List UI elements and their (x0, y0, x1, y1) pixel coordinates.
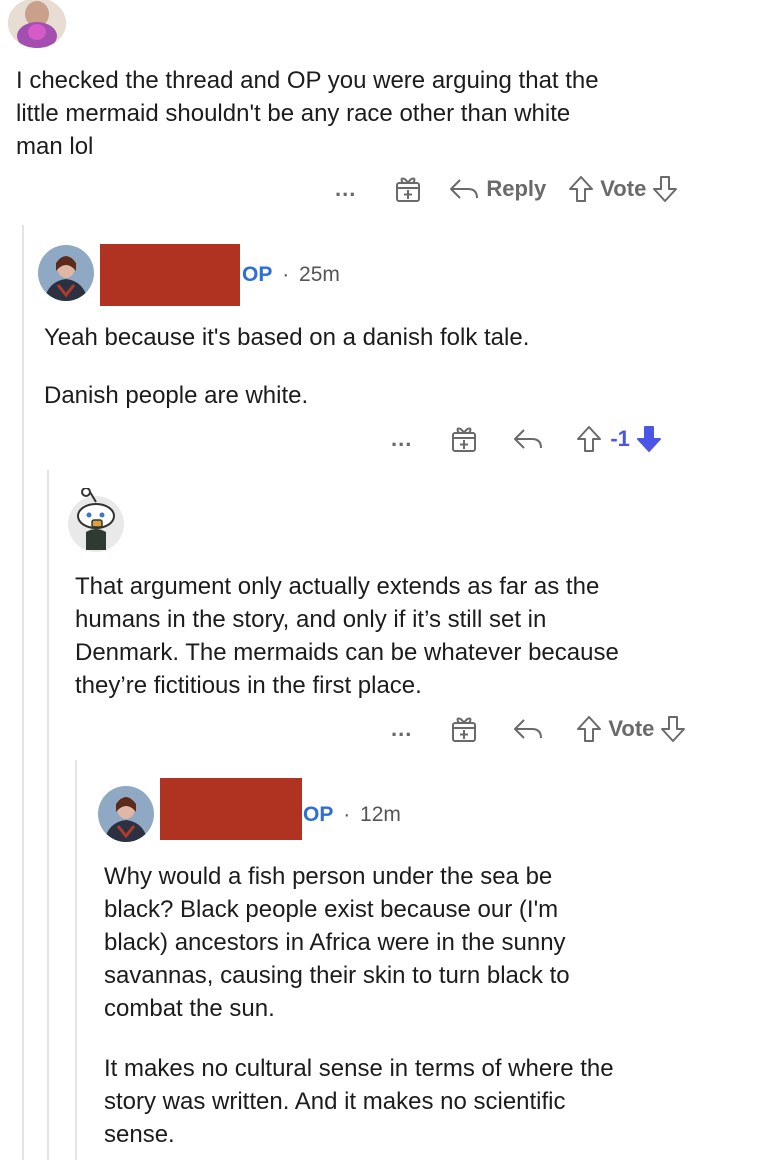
comment-2-meta: OP · 25m (242, 263, 340, 287)
comment-line: they’re fictitious in the first place. (75, 672, 422, 699)
comment-line: man lol (16, 133, 94, 160)
reply-button[interactable] (512, 427, 544, 451)
vote-label: Vote (600, 176, 647, 201)
vote-label: Vote (608, 716, 655, 741)
thread-line-level1 (22, 225, 24, 1160)
op-avatar[interactable] (98, 786, 154, 842)
comment-line: Why would a fish person under the sea be (104, 863, 553, 890)
award-icon (452, 717, 477, 742)
comment-2-paragraph-1: Yeah because it's based on a danish folk… (44, 324, 530, 351)
more-options-button[interactable]: ... (391, 718, 412, 740)
upvote-button[interactable] (568, 175, 594, 203)
more-options-button[interactable]: ... (335, 178, 356, 200)
comment-timestamp: 25m (299, 263, 340, 286)
more-options-button[interactable]: ... (391, 428, 412, 450)
comment-4-paragraph-2: It makes no cultural sense in terms of w… (104, 1052, 614, 1151)
reply-icon (450, 179, 479, 199)
comment-line: humans in the story, and only if it’s st… (75, 606, 547, 633)
comment-2-actions: ... -1 (391, 422, 662, 456)
thread-line-level3 (75, 760, 77, 1160)
upvote-button[interactable] (576, 715, 602, 743)
meta-separator: · (282, 263, 290, 286)
snoo-avatar[interactable] (66, 488, 126, 552)
award-icon (452, 427, 477, 452)
award-icon (396, 177, 421, 202)
reply-icon (514, 429, 543, 449)
award-button[interactable] (450, 714, 478, 744)
reply-label: Reply (486, 176, 547, 201)
downvote-button[interactable] (636, 425, 662, 453)
redacted-username (100, 244, 240, 306)
comment-3-actions: ... Vote (391, 712, 686, 746)
comment-line: story was written. And it makes no scien… (104, 1088, 566, 1115)
upvote-icon (577, 426, 602, 452)
reply-icon (514, 719, 543, 739)
op-avatar[interactable] (38, 245, 94, 301)
comment-2-paragraph-2: Danish people are white. (44, 382, 309, 409)
upvote-icon (577, 716, 602, 742)
op-badge: OP (303, 803, 334, 826)
upvote-icon (569, 176, 594, 202)
comment-line: I checked the thread and OP you were arg… (16, 67, 599, 94)
downvote-button[interactable] (660, 715, 686, 743)
thread-line-level2 (47, 470, 49, 1160)
comment-4-paragraph-1: Why would a fish person under the sea be… (104, 860, 570, 1025)
commenter-avatar[interactable] (8, 0, 66, 48)
reply-button[interactable] (512, 717, 544, 741)
comment-line: little mermaid shouldn't be any race oth… (16, 100, 571, 127)
comment-line: black? Black people exist because our (I… (104, 896, 559, 923)
comment-line: That argument only actually extends as f… (75, 573, 600, 600)
comment-3-body: That argument only actually extends as f… (75, 570, 619, 702)
award-button[interactable] (450, 424, 478, 454)
comment-line: sense. (104, 1121, 175, 1148)
comment-line: black) ancestors in Africa were in the s… (104, 929, 566, 956)
reply-button[interactable]: Reply (448, 176, 546, 202)
downvote-button[interactable] (652, 175, 678, 203)
meta-separator: · (343, 803, 351, 826)
redacted-username (160, 778, 302, 840)
comment-timestamp: 12m (360, 803, 401, 826)
comment-1-body: I checked the thread and OP you were arg… (16, 64, 599, 163)
upvote-button[interactable] (576, 425, 602, 453)
award-button[interactable] (394, 174, 422, 204)
comment-line: combat the sun. (104, 995, 275, 1022)
comment-line: Denmark. The mermaids can be whatever be… (75, 639, 619, 666)
comment-line: It makes no cultural sense in terms of w… (104, 1055, 614, 1082)
downvote-icon (661, 716, 686, 742)
vote-score: -1 (610, 426, 630, 451)
downvote-icon (653, 176, 678, 202)
downvote-icon (636, 426, 661, 452)
comment-line: savannas, causing their skin to turn bla… (104, 962, 570, 989)
comment-4-meta: OP · 12m (303, 803, 401, 827)
comment-1-actions: ... Reply Vote (335, 172, 678, 206)
op-badge: OP (242, 263, 273, 286)
